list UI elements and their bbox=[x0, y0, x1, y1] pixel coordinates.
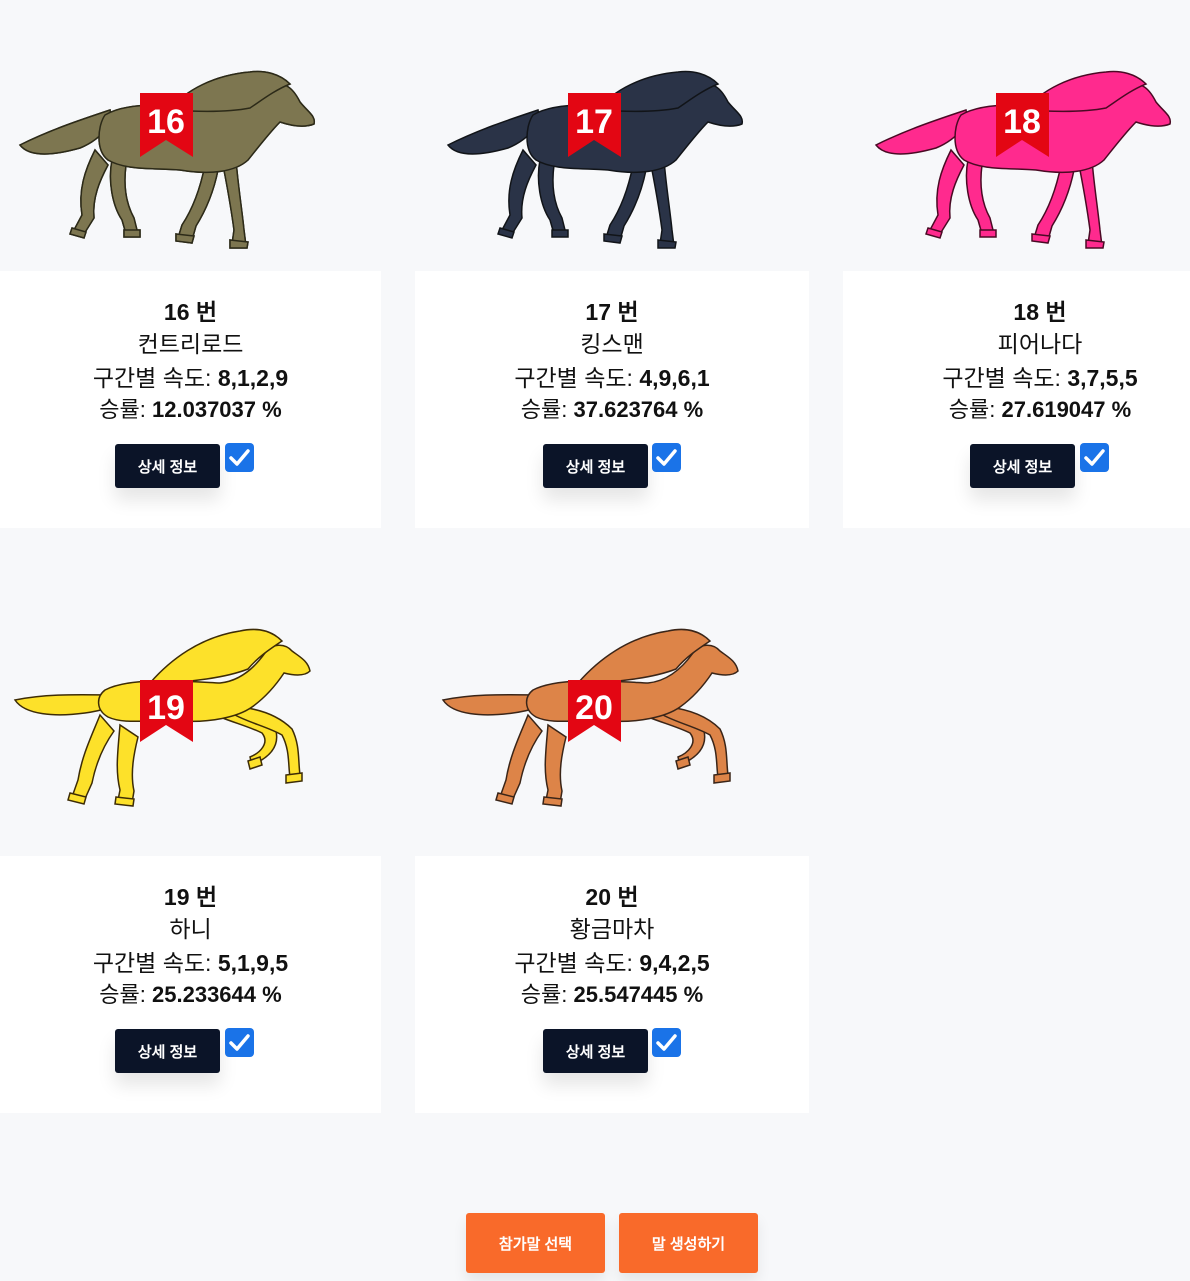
select-checkbox[interactable] bbox=[1080, 443, 1109, 472]
horse-win-rate: 승률: 27.619047 % bbox=[948, 397, 1132, 422]
detail-button[interactable]: 상세 정보 bbox=[115, 444, 220, 488]
horse-speed: 구간별 속도: 4,9,6,1 bbox=[514, 365, 710, 391]
horse-number: 19 번 bbox=[163, 884, 218, 910]
horse-name: 컨트리로드 bbox=[137, 331, 244, 357]
bib-number: 18 bbox=[1003, 103, 1041, 141]
horse-number: 16 번 bbox=[163, 299, 218, 325]
horse-number: 18 번 bbox=[1013, 299, 1067, 325]
horse-number: 20 번 bbox=[585, 884, 639, 910]
horse-image-16: 16 bbox=[0, 0, 380, 270]
select-checkbox[interactable] bbox=[652, 1028, 681, 1057]
detail-button[interactable]: 상세 정보 bbox=[970, 444, 1075, 488]
checkmark-icon bbox=[656, 449, 677, 466]
horse-speed: 구간별 속도: 8,1,2,9 bbox=[92, 365, 289, 391]
select-checkbox[interactable] bbox=[225, 1028, 254, 1057]
select-checkbox[interactable] bbox=[652, 443, 681, 472]
horse-win-rate: 승률: 37.623764 % bbox=[520, 397, 704, 422]
horse-number: 17 번 bbox=[585, 299, 639, 325]
bib-ribbon: 20 bbox=[568, 680, 621, 742]
horse-illustration: 16 bbox=[19, 70, 316, 249]
horse-speed: 구간별 속도: 9,4,2,5 bbox=[514, 950, 710, 976]
horse-win-rate: 승률: 12.037037 % bbox=[99, 397, 282, 422]
horse-illustration: 19 bbox=[14, 628, 311, 807]
horse-name: 황금마차 bbox=[569, 916, 655, 942]
horse-speed: 구간별 속도: 3,7,5,5 bbox=[942, 365, 1138, 391]
bib-ribbon: 19 bbox=[140, 680, 193, 742]
select-participants-button[interactable]: 참가말 선택 bbox=[466, 1213, 605, 1273]
checkmark-icon bbox=[229, 449, 250, 466]
checkmark-icon bbox=[1084, 449, 1105, 466]
horse-speed: 구간별 속도: 5,1,9,5 bbox=[92, 950, 289, 976]
bib-number: 19 bbox=[147, 689, 185, 727]
horse-image-18: 18 bbox=[856, 0, 1190, 270]
checkmark-icon bbox=[656, 1034, 677, 1051]
horse-image-20: 20 bbox=[428, 585, 808, 855]
horse-win-rate: 승률: 25.233644 % bbox=[99, 982, 282, 1007]
horse-name: 킹스맨 bbox=[580, 331, 644, 357]
detail-button[interactable]: 상세 정보 bbox=[543, 1029, 648, 1073]
horse-card-19: 19 번 하니 구간별 속도: 5,1,9,5 승률: 25.233644 % … bbox=[0, 856, 381, 1113]
horse-image-17: 17 bbox=[428, 0, 808, 270]
horse-illustration: 17 bbox=[447, 70, 744, 249]
horse-card-16: 16 번 컨트리로드 구간별 속도: 8,1,2,9 승률: 12.037037… bbox=[0, 271, 381, 528]
horse-illustration: 20 bbox=[442, 628, 739, 807]
horse-card-17: 17 번 킹스맨 구간별 속도: 4,9,6,1 승률: 37.623764 %… bbox=[415, 271, 809, 528]
horse-illustration: 18 bbox=[875, 70, 1172, 249]
horse-name: 피어나다 bbox=[997, 331, 1083, 357]
horse-name: 하니 bbox=[169, 916, 212, 942]
detail-button[interactable]: 상세 정보 bbox=[115, 1029, 220, 1073]
checkmark-icon bbox=[229, 1034, 250, 1051]
bib-number: 17 bbox=[575, 103, 613, 141]
horse-image-19: 19 bbox=[0, 585, 380, 855]
horse-card-20: 20 번 황금마차 구간별 속도: 9,4,2,5 승률: 25.547445 … bbox=[415, 856, 809, 1113]
detail-button[interactable]: 상세 정보 bbox=[543, 444, 648, 488]
select-checkbox[interactable] bbox=[225, 443, 254, 472]
horse-win-rate: 승률: 25.547445 % bbox=[520, 982, 704, 1007]
create-horse-button[interactable]: 말 생성하기 bbox=[619, 1213, 758, 1273]
bib-number: 20 bbox=[575, 689, 613, 727]
bib-number: 16 bbox=[147, 103, 185, 141]
horse-card-18: 18 번 피어나다 구간별 속도: 3,7,5,5 승률: 27.619047 … bbox=[843, 271, 1190, 528]
